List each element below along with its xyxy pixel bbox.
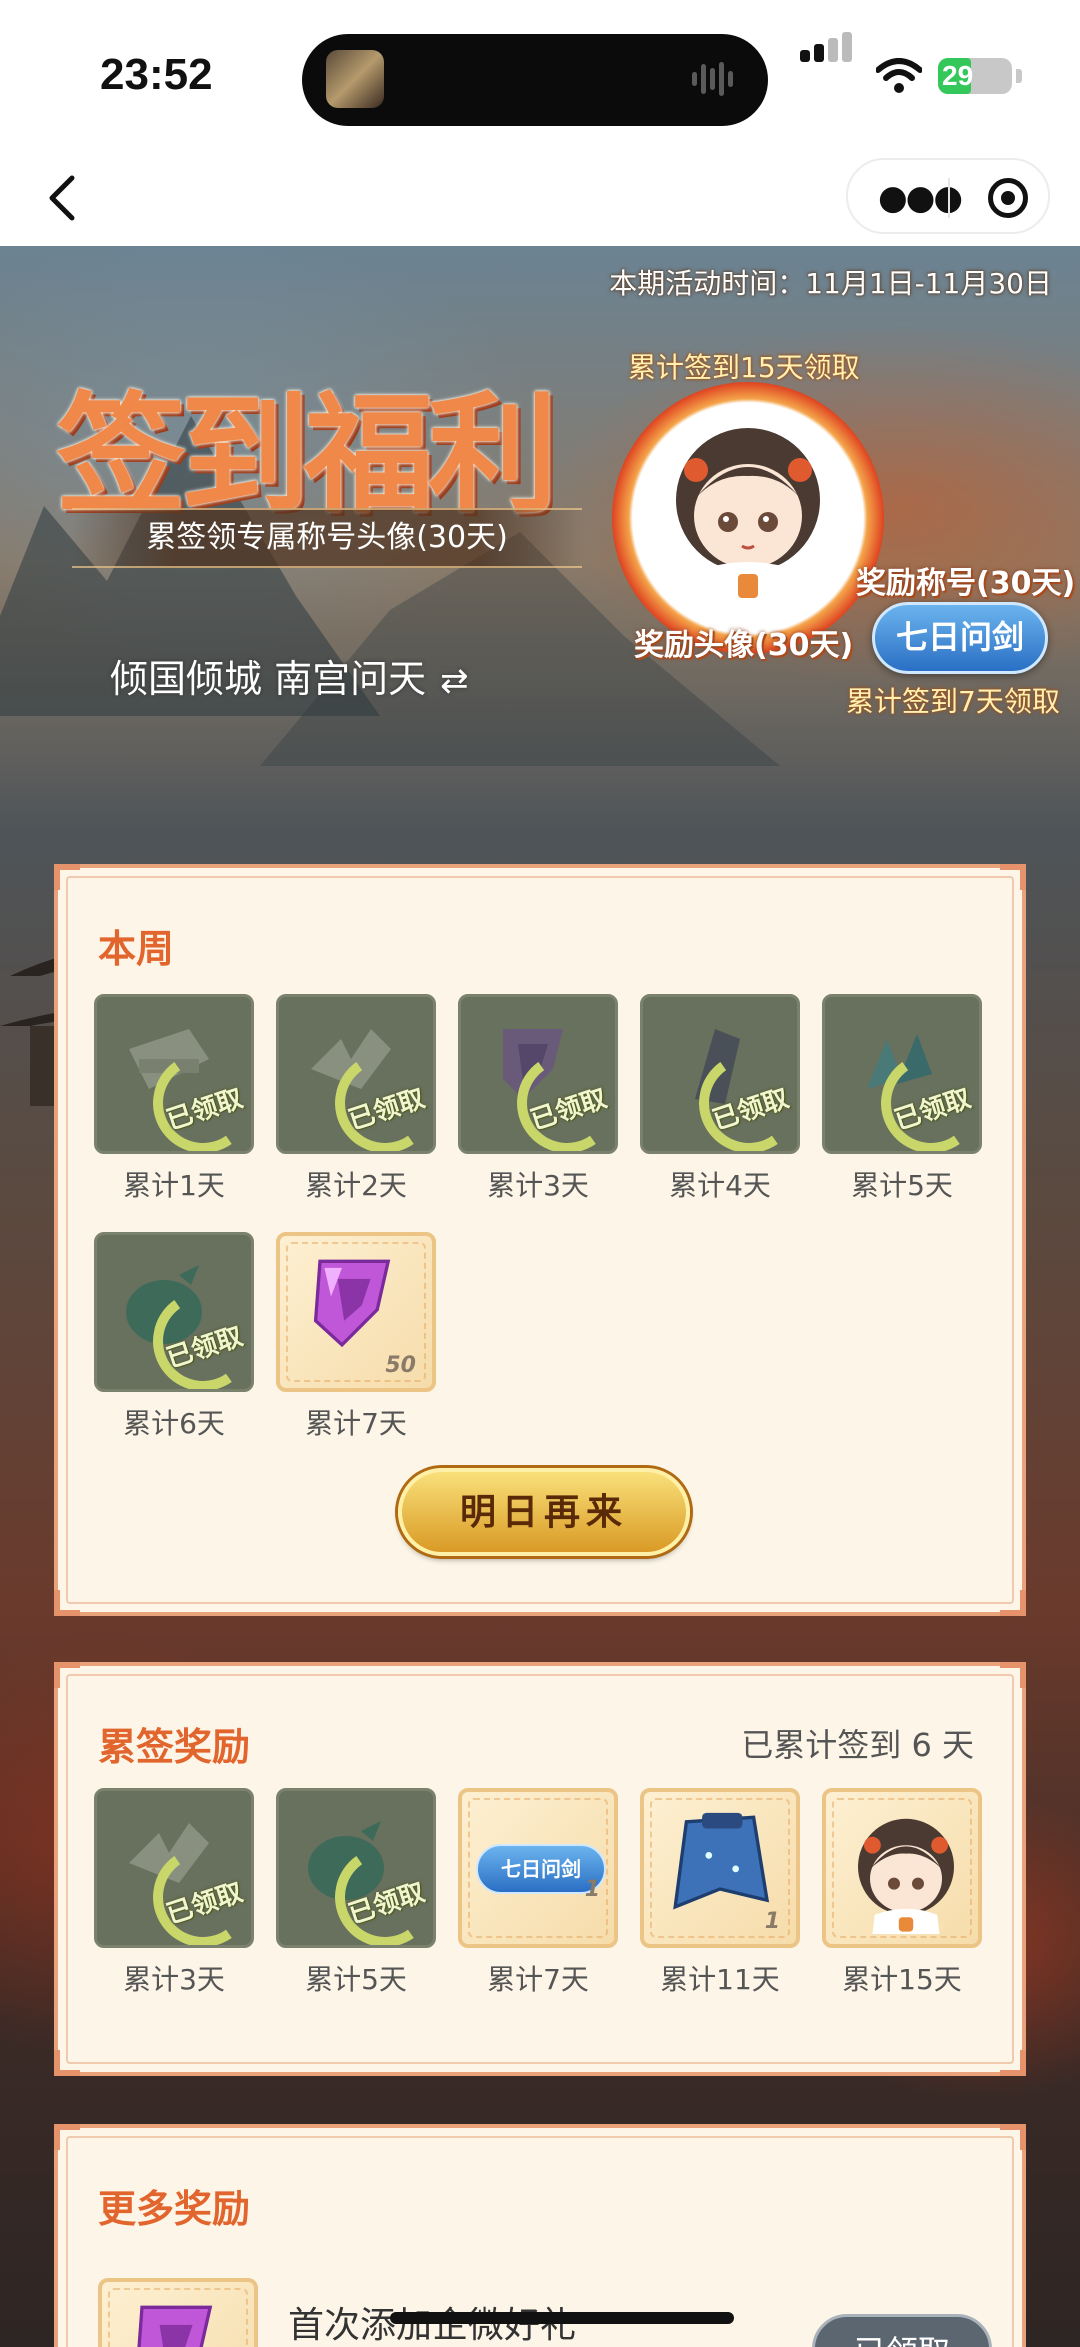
status-time: 23:52	[100, 50, 213, 99]
status-bar: 23:52 29	[0, 0, 1080, 150]
corner-ornament	[54, 864, 80, 890]
hero-subtitle: 累签领专属称号头像(30天)	[72, 508, 582, 568]
item-label: 累计2天	[305, 1169, 407, 1202]
title-reward-caption: 累计签到7天领取	[846, 685, 1060, 718]
chevron-left-icon[interactable]	[40, 170, 90, 226]
week-item[interactable]: 已领取 累计1天	[94, 994, 254, 1204]
reward-tile: 已领取	[94, 1232, 254, 1392]
avatar-reward-caption: 累计签到15天领取	[628, 351, 860, 384]
blue-cape-icon	[673, 1812, 770, 1910]
reward-tile: 已领取	[276, 994, 436, 1154]
week-title: 本周	[98, 927, 175, 971]
item-quantity: 1	[584, 1877, 600, 1902]
capsule-divider	[948, 178, 950, 218]
cumulative-summary: 已累计签到 6 天	[741, 1726, 974, 1764]
week-item[interactable]: 已领取 累计5天	[822, 994, 982, 1204]
week-item[interactable]: 已领取 累计2天	[276, 994, 436, 1204]
claimed-button[interactable]: 已领取	[812, 2314, 992, 2347]
corner-ornament	[54, 2124, 80, 2150]
item-label: 累计7天	[487, 1963, 589, 1996]
week-item[interactable]: 已领取 累计4天	[640, 994, 800, 1204]
title-reward-label: 奖励称号(30天)	[856, 566, 1076, 601]
reward-tile: 1	[640, 1788, 800, 1948]
week-item[interactable]: 已领取 累计6天	[94, 1232, 254, 1442]
week-item[interactable]: 50 累计7天	[276, 1232, 436, 1442]
title-badge-icon: 七日问剑	[476, 1844, 606, 1894]
more-rewards-title: 更多奖励	[98, 2187, 251, 2231]
reward-avatar-image	[676, 428, 820, 618]
cumulative-card: 累签奖励 已累计签到 6 天 已领取 累计3天 已领取 累计5天 七日问剑 1 …	[54, 1662, 1026, 2076]
item-label: 累计15天	[842, 1963, 962, 1996]
now-playing-thumbnail	[326, 50, 384, 108]
reward-tile	[822, 1788, 982, 1948]
account-switcher[interactable]: 倾国倾城 南宫问天 ⇄	[110, 648, 469, 703]
reward-tile: 已领取	[276, 1788, 436, 1948]
item-label: 累计11天	[660, 1963, 780, 1996]
reward-tile: 已领取	[94, 994, 254, 1154]
corner-ornament	[54, 1590, 80, 1616]
corner-ornament	[54, 2050, 80, 2076]
item-quantity: 50	[385, 1353, 416, 1378]
home-indicator	[390, 2312, 734, 2324]
corner-ornament	[1000, 2124, 1026, 2150]
corner-ornament	[54, 1662, 80, 1688]
corner-ornament	[1000, 2050, 1026, 2076]
battery-nub	[1016, 69, 1022, 83]
cumulative-item[interactable]: 1 累计11天	[640, 1788, 800, 1998]
cumulative-item[interactable]: 七日问剑 1 累计7天	[458, 1788, 618, 1998]
avatar-girl-icon	[858, 1818, 954, 1934]
avatar-reward-label: 奖励头像(30天)	[634, 628, 854, 663]
week-item[interactable]: 已领取 累计3天	[458, 994, 618, 1204]
come-back-tomorrow-button[interactable]: 明日再来	[398, 1468, 690, 1556]
battery-level: 29	[942, 60, 974, 91]
wifi-icon	[876, 58, 922, 93]
purple-gem-icon	[137, 2305, 213, 2347]
reward-tile: 已领取	[94, 1788, 254, 1948]
purple-gem-icon	[313, 1259, 391, 1348]
corner-ornament	[1000, 864, 1026, 890]
nav-bar: ●●●	[0, 150, 1080, 246]
corner-ornament	[1000, 1590, 1026, 1616]
target-icon[interactable]	[988, 178, 1028, 218]
item-label: 累计1天	[123, 1169, 225, 1202]
corner-ornament	[1000, 1662, 1026, 1688]
swap-arrows-icon: ⇄	[440, 661, 469, 701]
mini-program-capsule: ●●●	[846, 158, 1050, 234]
reward-tile: 已领取	[822, 994, 982, 1154]
item-label: 累计3天	[123, 1963, 225, 1996]
account-name: 倾国倾城 南宫问天	[110, 657, 427, 701]
cumulative-item[interactable]: 已领取 累计3天	[94, 1788, 254, 1998]
reward-tile: 已领取	[458, 994, 618, 1154]
battery-icon: 29	[938, 58, 1012, 94]
item-label: 累计5天	[305, 1963, 407, 1996]
item-label: 累计4天	[669, 1169, 771, 1202]
cumulative-title: 累签奖励	[98, 1725, 251, 1769]
reward-tile: 已领取	[640, 994, 800, 1154]
reward-tile: 50	[276, 1232, 436, 1392]
item-label: 累计3天	[487, 1169, 589, 1202]
dynamic-island[interactable]	[302, 34, 768, 126]
activity-period: 本期活动时间：11月1日-11月30日	[609, 267, 1052, 300]
reward-tile	[98, 2278, 258, 2347]
reward-tile: 七日问剑 1	[458, 1788, 618, 1948]
title-badge: 七日问剑	[872, 602, 1048, 674]
item-label: 累计5天	[851, 1169, 953, 1202]
cumulative-item[interactable]: 已领取 累计5天	[276, 1788, 436, 1998]
item-label: 累计7天	[305, 1407, 407, 1440]
item-label: 累计6天	[123, 1407, 225, 1440]
item-quantity: 1	[764, 1909, 780, 1934]
audio-wave-icon	[690, 62, 740, 98]
week-card: 本周 已领取 累计1天 已领取 累计2天 已领取 累计3天 已领取 累计4天 已…	[54, 864, 1026, 1616]
cumulative-item[interactable]: 累计15天	[822, 1788, 982, 1998]
